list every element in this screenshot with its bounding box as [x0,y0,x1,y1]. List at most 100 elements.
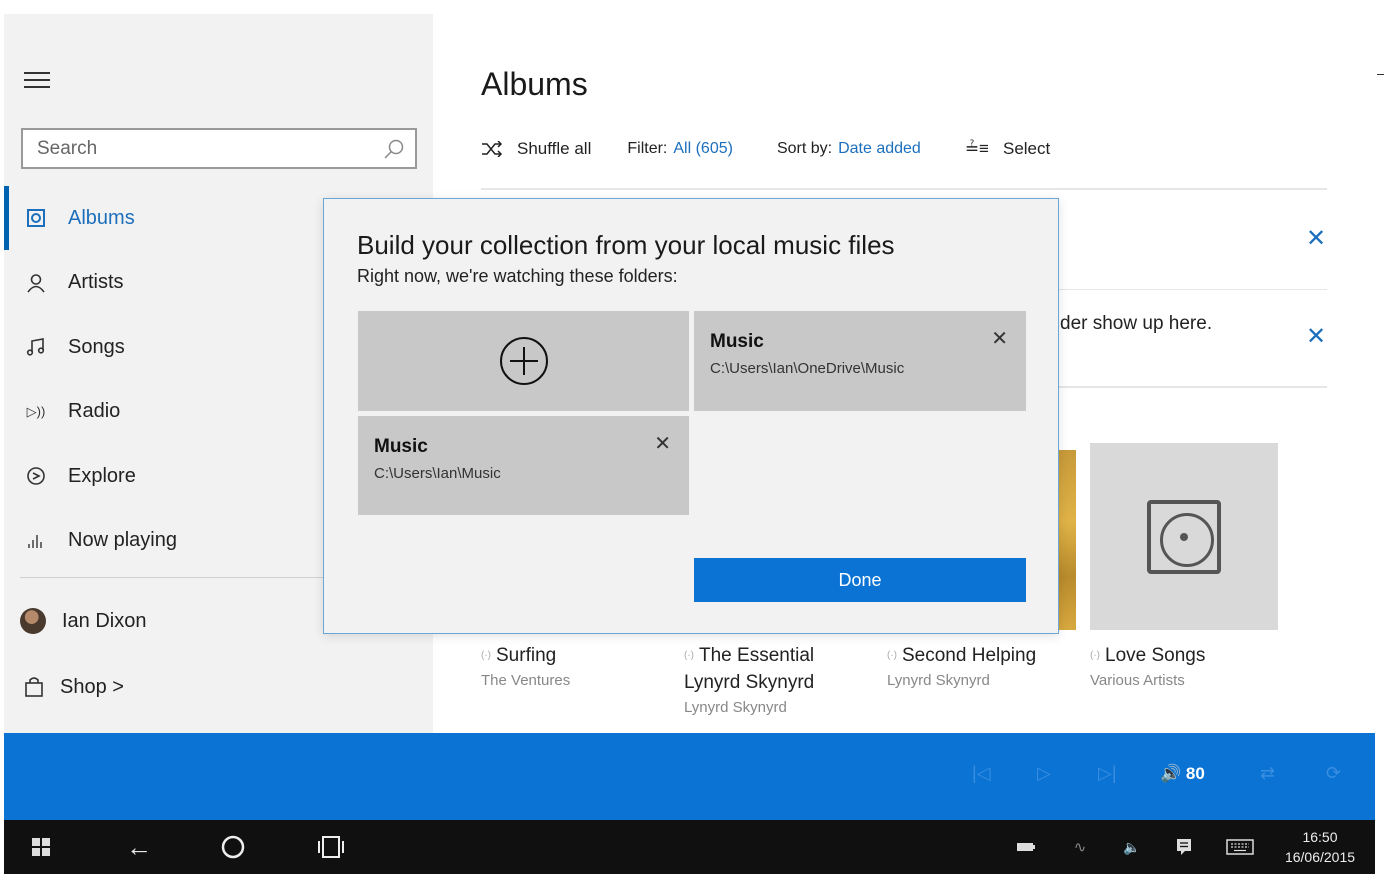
task-view-icon[interactable] [314,820,348,874]
album-title: Love Songs [1105,645,1206,666]
shuffle-icon [482,141,503,157]
notice-text: der show up here. [1060,313,1213,334]
album-title: Surfing [496,645,557,666]
shuffle-all-label: Shuffle all [517,139,592,158]
albums-toolbar: Shuffle all Filter: All (605) Sort by: D… [481,136,1050,162]
album-title: Second Helping [902,645,1037,666]
next-icon[interactable]: ▷| [1098,763,1117,784]
shopping-bag-icon [25,677,43,697]
compass-icon [24,464,48,488]
sidebar-item-label: Songs [68,335,125,358]
album-artist: The Ventures [481,672,571,690]
play-icon[interactable]: ▷ [1037,763,1051,784]
search-icon[interactable] [383,138,405,160]
clock-date: 16/06/2015 [1284,849,1356,865]
battery-icon[interactable] [1014,820,1038,874]
player-bar: |◁ ▷ ▷| 🔊 80 ⇄ ⟳ [4,733,1375,820]
radio-icon: ▷)) [26,403,46,419]
separator [481,188,1327,190]
search-box [21,128,417,169]
album-title-row: (·) Love Songs [1090,642,1205,669]
album-title-row: (·) Surfing [481,642,570,669]
filter-label: Filter: [627,140,668,157]
album-tile[interactable]: (·) The Essential Lynyrd Skynyrd Lynyrd S… [684,642,814,720]
album-placeholder-dot [1180,533,1188,541]
sort-dropdown[interactable]: Sort by: Date added [777,140,921,158]
album-title-line2: Lynyrd Skynyrd [684,672,815,694]
avatar [20,608,46,634]
album-tile[interactable]: (·) Love Songs Various Artists [1090,642,1205,693]
equalizer-icon [24,529,48,553]
remove-folder-icon[interactable]: ✕ [991,329,1008,349]
filter-dropdown[interactable]: Filter: All (605) [627,140,733,158]
select-list-icon: ≟≡ [964,139,989,158]
speaker-icon: 🔊 [1160,764,1182,783]
page-title: Albums [481,66,588,102]
taskbar: ← ∿ 🔈 16:50 16/06/2015 [4,820,1375,874]
cortana-circle-icon[interactable] [218,820,248,874]
folder-tile: Music C:\Users\Ian\OneDrive\Music ✕ [694,311,1026,411]
user-name: Ian Dixon [62,609,147,632]
sidebar-item-label: Explore [68,464,136,487]
select-label: Select [1002,139,1051,158]
album-title-row: (·) Second Helping [887,642,1036,669]
window-edge-mark [1377,74,1384,75]
volume-level: 80 [1185,764,1205,783]
sidebar-item-label: Now playing [68,529,177,552]
action-center-icon[interactable] [1172,820,1196,874]
add-circle-icon [500,337,548,385]
radio-small-icon: (·) [481,650,491,662]
app-window: Albums Artists Songs ▷)) Radio [0,0,1384,874]
taskbar-clock[interactable]: 16:50 16/06/2015 [1270,827,1370,867]
radio-small-icon: (·) [1090,650,1100,662]
add-folder-button[interactable] [358,311,689,411]
album-art-second-helping[interactable] [1058,450,1076,630]
select-button[interactable]: ≟≡ Select [965,139,1050,159]
done-button[interactable]: Done [694,558,1026,602]
folder-tile: Music C:\Users\Ian\Music ✕ [358,416,689,515]
windows-start-icon[interactable] [26,820,56,874]
shuffle-icon[interactable]: ⇄ [1260,763,1275,784]
close-notice-icon[interactable]: ✕ [1306,325,1326,349]
shop-link[interactable]: Shop > [24,670,124,704]
hamburger-menu-icon[interactable] [24,72,50,92]
sort-value: Date added [838,140,921,157]
music-note-icon [24,335,48,359]
previous-icon[interactable]: |◁ [972,763,991,784]
person-icon [24,271,48,295]
close-notice-icon[interactable]: ✕ [1306,227,1326,251]
album-tile[interactable]: (·) Second Helping Lynyrd Skynyrd [887,642,1036,693]
user-profile[interactable]: Ian Dixon [20,604,147,638]
search-input[interactable] [23,130,353,167]
sort-label: Sort by: [776,140,833,157]
filter-value: All (605) [673,140,733,157]
remove-folder-icon[interactable]: ✕ [654,434,671,454]
album-artist: Lynyrd Skynyrd [887,672,990,690]
shuffle-all-button[interactable]: Shuffle all [481,139,591,159]
music-folders-dialog: Build your collection from your local mu… [323,198,1059,634]
radio-small-icon: (·) [684,650,694,662]
wifi-icon[interactable]: ∿ [1068,820,1092,874]
volume-control[interactable]: 🔊 80 [1160,764,1205,784]
sidebar-item-label: Albums [68,206,135,229]
shop-label: Shop > [60,675,124,698]
folder-name: Music [710,331,764,352]
folder-name: Music [374,436,428,457]
sidebar-item-label: Artists [68,271,124,294]
folder-path: C:\Users\Ian\OneDrive\Music [710,360,905,377]
keyboard-icon[interactable] [1224,820,1256,874]
album-artist: Various Artists [1090,672,1185,690]
dialog-title: Build your collection from your local mu… [357,230,895,260]
repeat-icon[interactable]: ⟳ [1326,763,1341,784]
sidebar-item-label: Radio [68,400,121,423]
radio-small-icon: (·) [887,650,897,662]
album-title: The Essential [699,645,815,666]
album-title-row: (·) The Essential [684,642,814,669]
album-artist: Lynyrd Skynyrd [684,699,787,717]
album-tile[interactable]: (·) Surfing The Ventures [481,642,570,693]
album-art-love-songs[interactable] [1090,443,1278,630]
speaker-tray-icon[interactable]: 🔈 [1120,820,1144,874]
clock-time: 16:50 [1302,829,1338,845]
back-arrow-icon[interactable]: ← [122,820,156,874]
album-icon [24,206,48,230]
